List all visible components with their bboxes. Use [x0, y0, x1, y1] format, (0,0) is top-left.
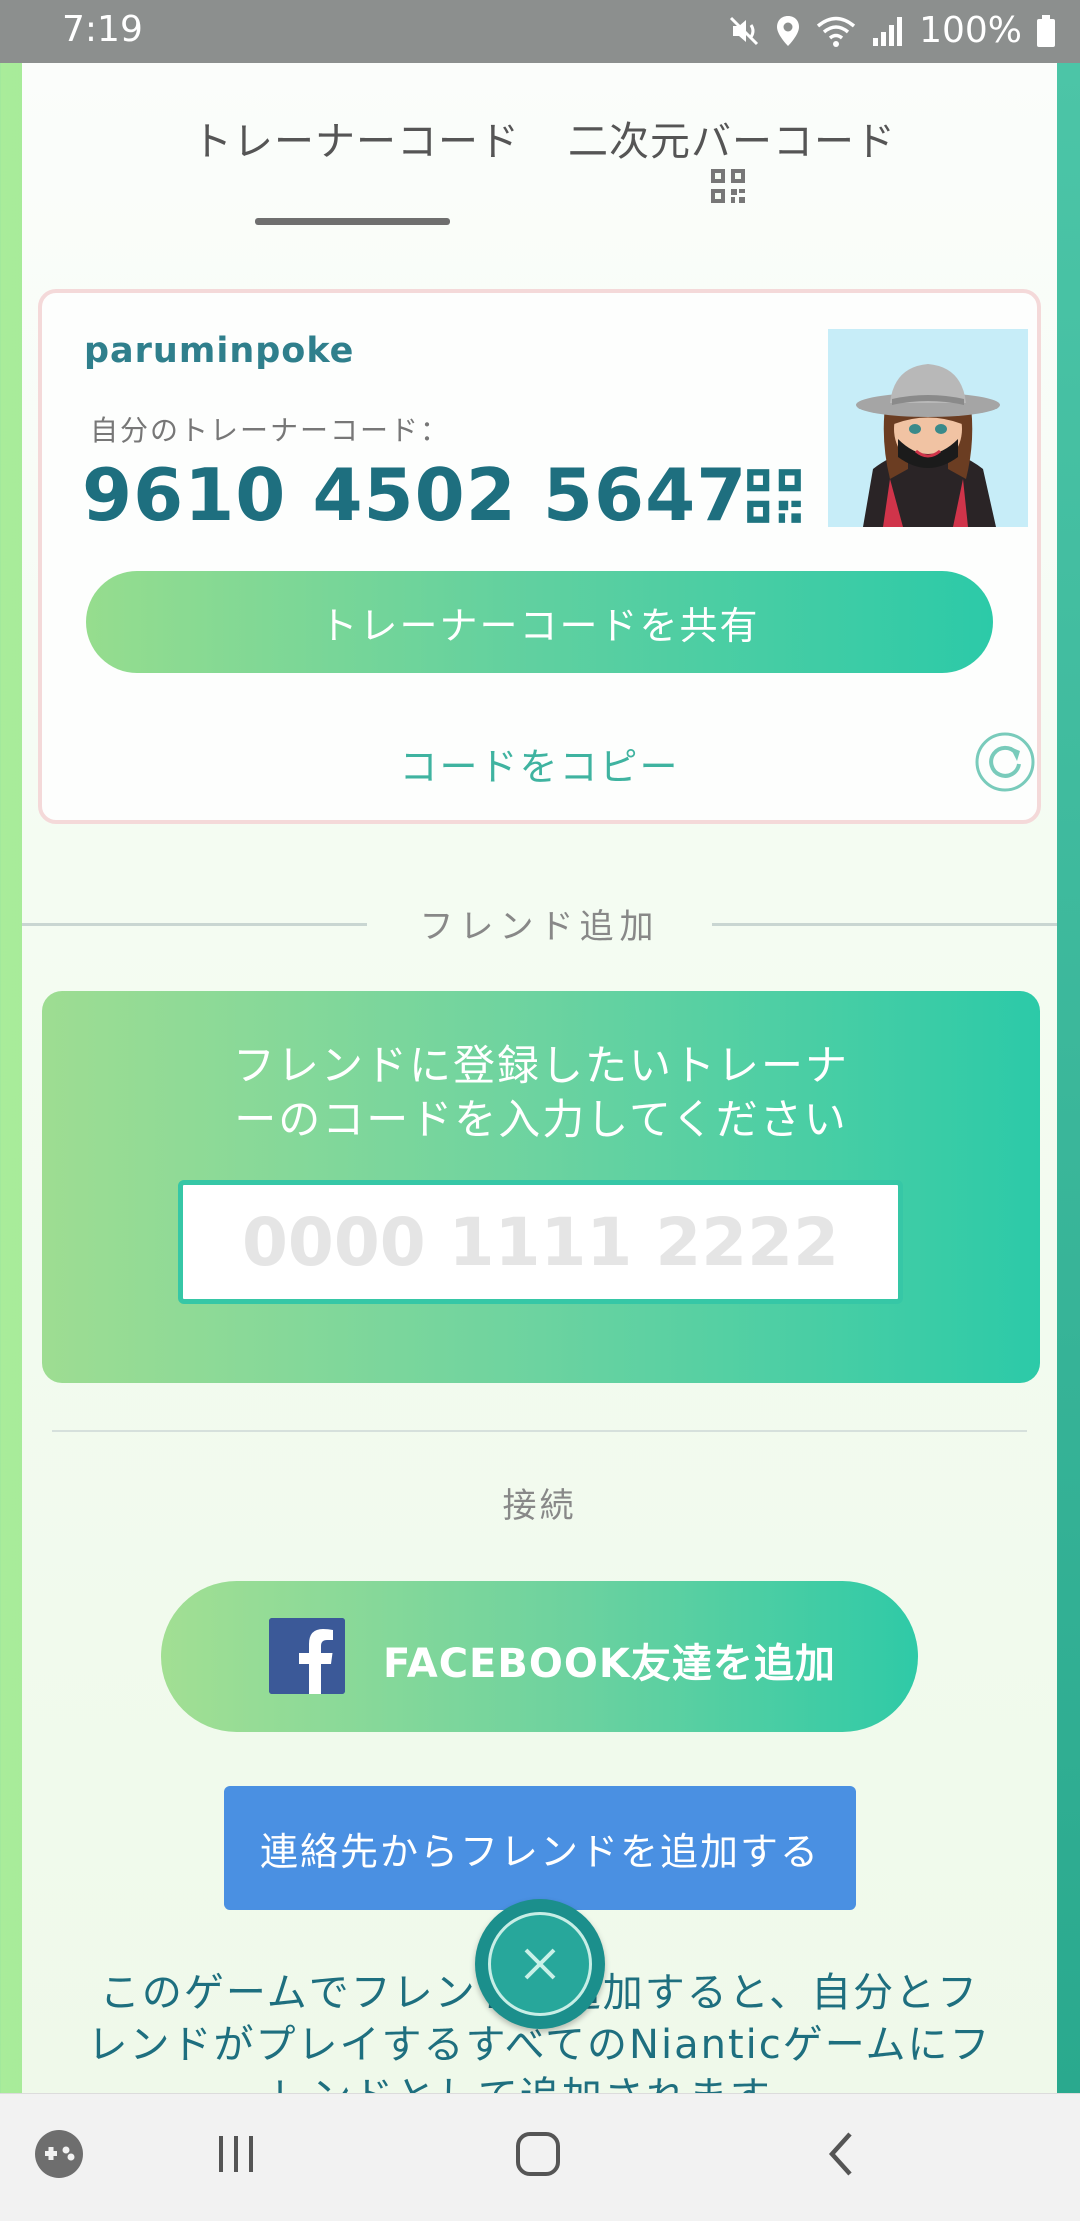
signal-icon [873, 16, 903, 46]
status-time: 7:19 [62, 9, 143, 50]
trainer-card: paruminpoke 自分のトレーナーコード： 9610 4502 5647 [38, 289, 1041, 824]
info-line-3: レンドとして追加されます。 [82, 2071, 997, 2093]
status-bar: 7:19 100% [0, 0, 1080, 63]
tab-qr-code[interactable]: 二次元バーコード [568, 109, 896, 167]
sheet-edge [1057, 63, 1080, 2093]
trainer-avatar[interactable] [828, 329, 1028, 527]
qr-code-icon[interactable] [744, 466, 804, 526]
location-icon [777, 15, 800, 46]
connect-divider [52, 1430, 1027, 1432]
close-button-face [488, 1912, 592, 2016]
friend-code-input[interactable] [178, 1180, 903, 1304]
divider-right [712, 923, 1057, 926]
instructions-line-1: フレンドに登録したいトレーナ [232, 1041, 849, 1090]
active-tab-indicator [255, 218, 450, 225]
copy-code-link[interactable]: コードをコピー [42, 736, 1037, 791]
mute-vibrate-icon [730, 16, 759, 45]
trainer-username: paruminpoke [84, 331, 355, 371]
qr-code-icon[interactable] [709, 167, 747, 205]
tab-trainer-code[interactable]: トレーナーコード [192, 109, 520, 167]
instructions-line-2: ーのコードを入力してください [234, 1095, 848, 1144]
add-facebook-friends-button[interactable]: FACEBOOK友達を追加 [161, 1581, 918, 1732]
facebook-icon [269, 1618, 345, 1694]
friend-sheet: トレーナーコード 二次元バーコード paruminpoke 自分のトレーナーコー… [22, 63, 1057, 2093]
close-button[interactable] [475, 1899, 605, 2029]
system-nav-bar [0, 2093, 1080, 2221]
battery-percent: 100% [919, 10, 1022, 51]
status-icons: 100% [727, 10, 1056, 51]
recent-apps-icon[interactable] [214, 2132, 258, 2176]
battery-icon [1037, 14, 1055, 47]
home-icon[interactable] [514, 2130, 562, 2178]
trainer-code-value: 9610 4502 5647 [82, 453, 748, 537]
back-icon[interactable] [822, 2130, 862, 2178]
wifi-icon [816, 16, 856, 47]
friend-code-panel: フレンドに登録したいトレーナ ーのコードを入力してください [42, 991, 1040, 1383]
share-trainer-code-button[interactable]: トレーナーコードを共有 [86, 571, 993, 673]
game-launcher-icon[interactable] [33, 2128, 85, 2180]
add-from-contacts-button[interactable]: 連絡先からフレンドを追加する [224, 1786, 856, 1910]
friend-code-instructions: フレンドに登録したいトレーナ ーのコードを入力してください [42, 1039, 1040, 1147]
avatar-illustration [828, 329, 1028, 527]
connect-label: 接続 [502, 1486, 577, 1526]
close-icon [524, 1948, 556, 1980]
refresh-icon[interactable] [974, 731, 1036, 793]
facebook-button-label: FACEBOOK友達を追加 [383, 1641, 836, 1687]
trainer-code-label: 自分のトレーナーコード： [90, 414, 451, 447]
